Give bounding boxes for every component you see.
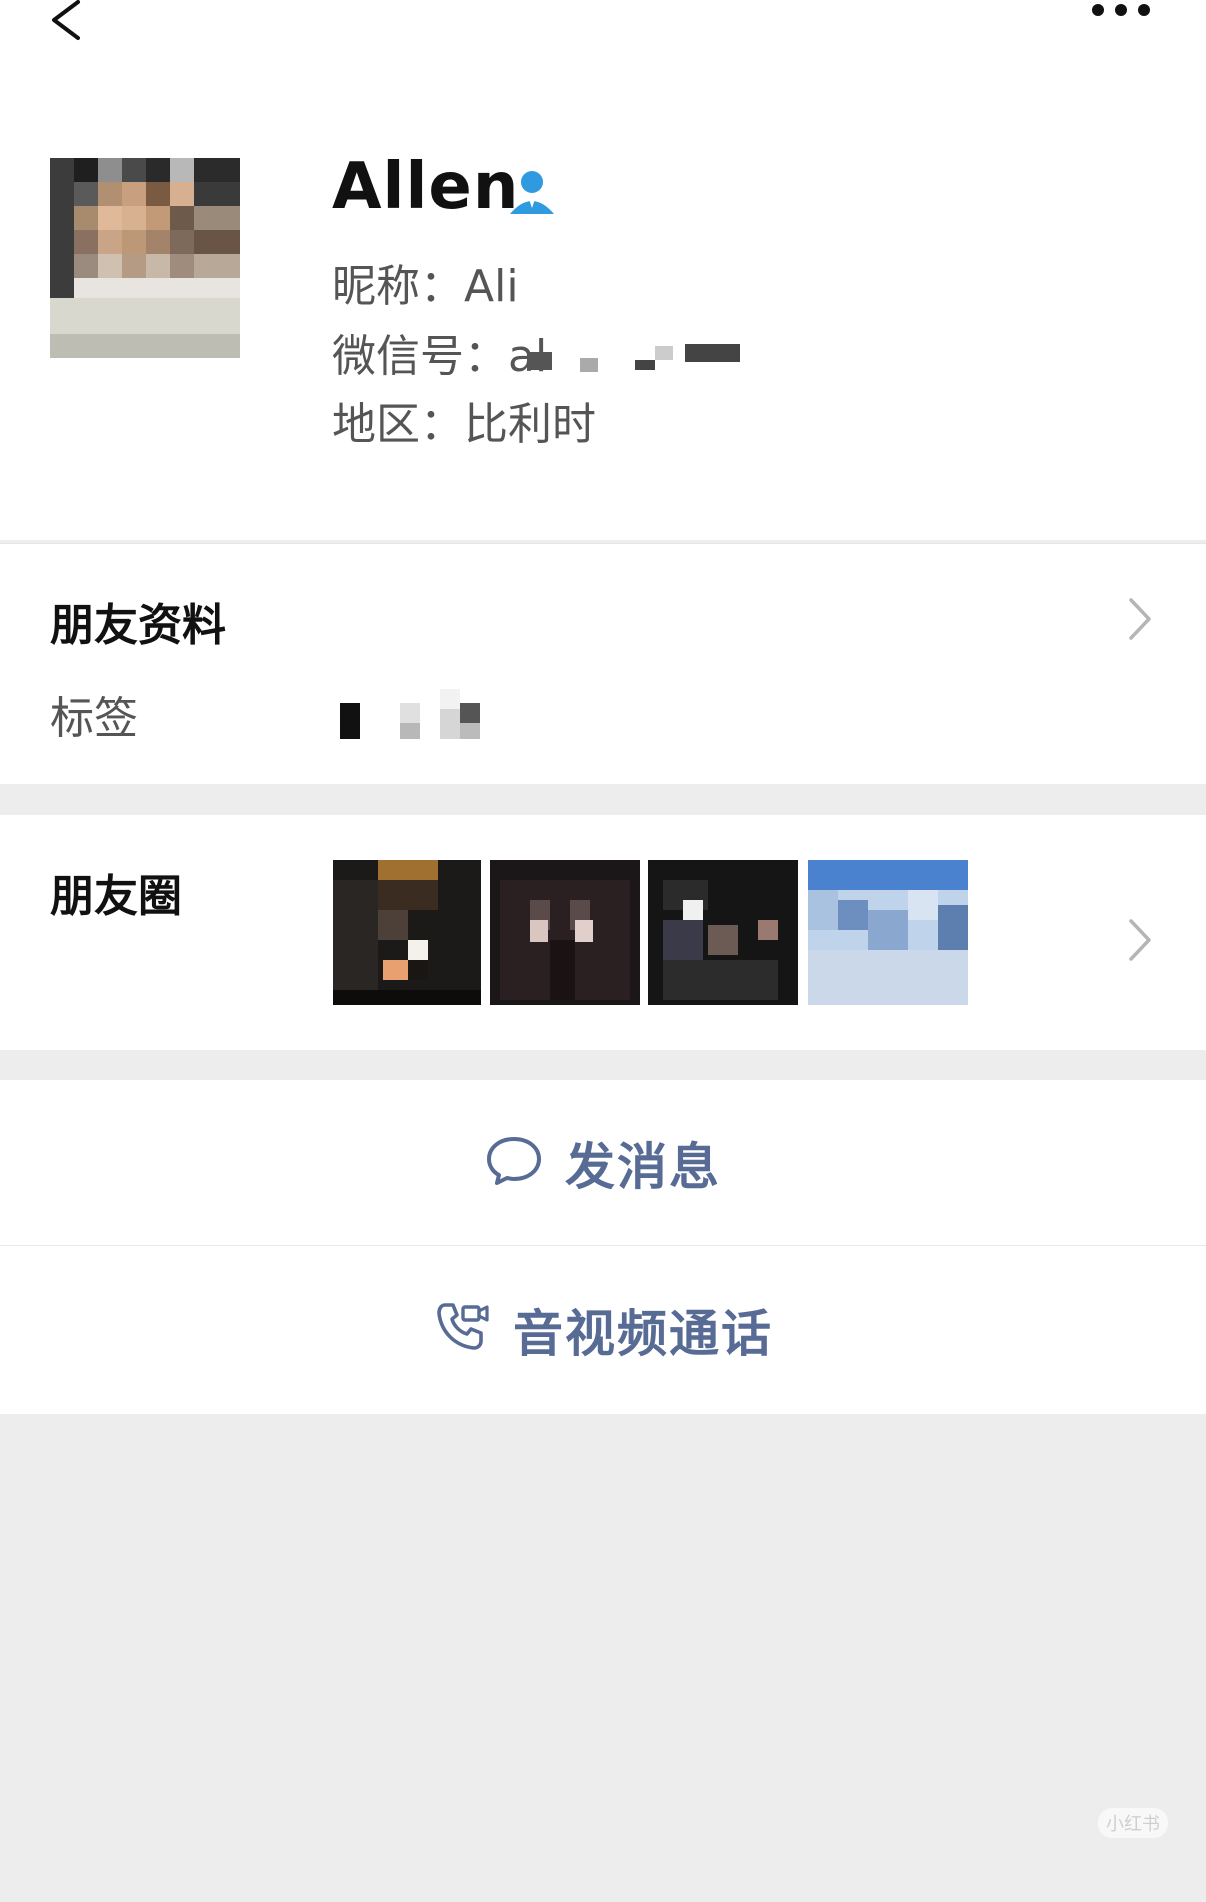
user-badge-icon [506,166,558,218]
phone-video-icon [433,1299,491,1361]
watermark-badge: 小红书 [1098,1808,1168,1838]
more-button[interactable] [1086,0,1156,30]
nickname-text: 昵称：Ali [332,261,519,312]
wechat-id-redaction [530,340,740,380]
region-text: 地区：比利时 [332,399,596,450]
wechat-id-text[interactable]: 微信号：al [332,320,547,384]
profile-card: Allen 昵称：Ali 微信号：al 地区：比利时 [0,130,1206,540]
moment-thumb [808,860,968,1005]
moments-title: 朋友圈 [50,871,182,922]
avatar[interactable] [50,158,240,358]
back-button[interactable] [40,0,100,50]
moment-thumb [648,860,798,1005]
send-message-button[interactable]: 发消息 [0,1080,1206,1246]
tag-redaction [340,679,480,739]
av-call-label: 音视频通话 [513,1305,773,1363]
friend-info-title: 朋友资料 [50,600,226,651]
chevron-right-icon [1125,594,1155,644]
more-dots-icon [1092,4,1150,16]
av-call-button[interactable]: 音视频通话 [0,1246,1206,1414]
tag-label: 标签 [50,693,138,744]
contact-name: Allen [332,150,520,224]
moment-thumb [490,860,640,1005]
moments-thumbnails [333,860,968,1010]
moment-thumb [333,860,481,1005]
moments-section[interactable]: 朋友圈 [0,815,1206,1050]
top-bar [0,0,1206,130]
chevron-left-icon [52,0,80,40]
friend-info-section[interactable]: 朋友资料 标签 [0,543,1206,784]
chat-bubble-icon [485,1135,543,1191]
send-message-label: 发消息 [565,1137,721,1196]
chevron-right-icon [1125,915,1155,965]
